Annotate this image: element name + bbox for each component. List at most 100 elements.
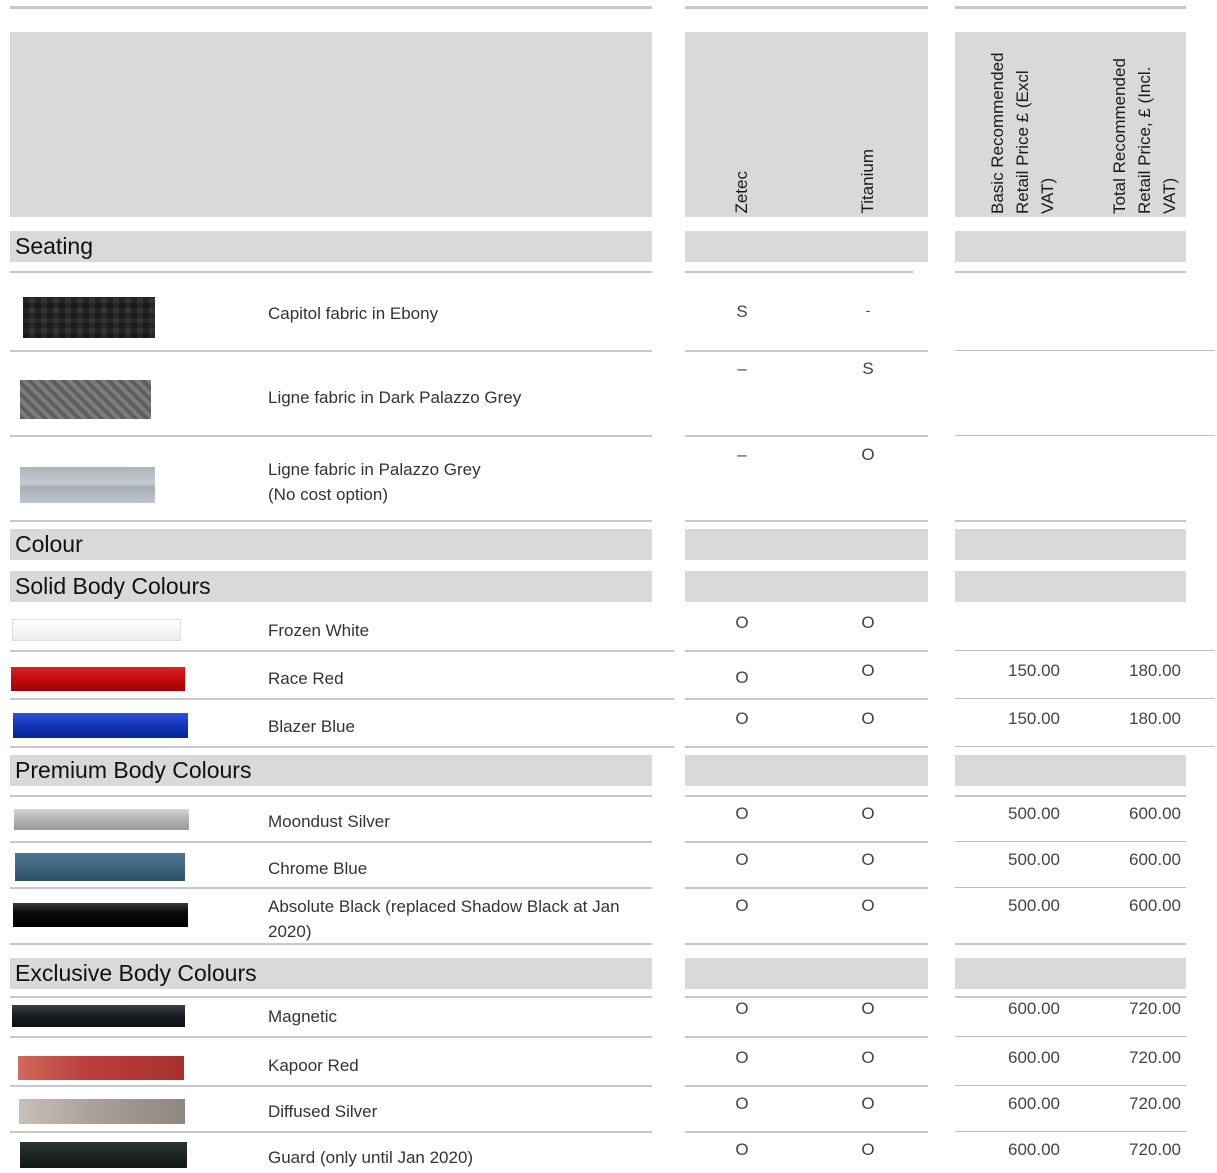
header-total-price: Total Recommended Retail Price, £ (Incl.… [1110,58,1179,214]
colour-zetec: O [735,668,749,687]
price-basic: 600.00 [1008,999,1060,1018]
row-divider [685,271,913,273]
header-block-prices: Basic Recommended Retail Price £ (Excl V… [955,32,1186,217]
colour-zetec: O [735,804,749,823]
swatch-frozen-white [12,619,181,641]
seating-zetec: – [737,445,747,464]
section-bar [10,529,652,560]
price-basic: 600.00 [1008,1140,1060,1159]
row-divider [10,795,652,797]
colour-desc: Magnetic [268,1007,337,1026]
row-divider [955,887,1186,888]
swatch-ligne-palazzo [20,467,155,503]
row-divider [10,943,652,945]
row-divider [685,698,928,700]
price-total: 600.00 [1129,850,1181,869]
section-bar [685,958,928,989]
row-divider [10,1085,652,1087]
row-divider [10,350,652,352]
row-divider [685,1131,928,1133]
section-bar [685,755,928,786]
row-divider [685,887,928,889]
price-total: 600.00 [1129,804,1181,823]
price-total: 180.00 [1129,661,1181,680]
colour-desc: Kapoor Red [268,1056,359,1075]
swatch-kapoor-red [18,1056,184,1080]
colour-desc: Diffused Silver [268,1102,378,1121]
colour-zetec: O [735,1140,749,1159]
colour-zetec: O [735,999,749,1018]
seating-desc: Ligne fabric in Dark Palazzo Grey [268,388,522,407]
swatch-ligne-dark-palazzo [20,380,151,419]
row-divider [685,650,928,652]
seating-titanium: - [865,302,871,318]
row-divider [10,698,674,700]
swatch-chrome-blue [15,853,185,881]
section-bar [10,231,652,262]
row-divider [685,746,928,748]
row-divider [955,943,1186,945]
row-divider [10,520,652,522]
row-divider [685,841,928,843]
colour-zetec: O [735,896,749,915]
colour-desc: Frozen White [268,621,370,640]
section-bar [955,231,1186,262]
row-divider [685,1085,928,1087]
row-divider [955,650,1215,651]
row-divider [10,996,652,998]
price-basic: 600.00 [1008,1094,1060,1113]
seating-desc: Capitol fabric in Ebony [268,304,439,323]
row-divider [955,698,1215,699]
price-basic: 500.00 [1008,896,1060,915]
section-bar [955,958,1186,989]
row-divider [685,435,928,437]
colour-titanium: O [861,709,875,728]
section-title-solid: Solid Body Colours [15,573,211,599]
row-divider [955,271,1186,273]
row-divider [10,1131,652,1133]
row-divider [955,520,1186,522]
swatch-absolute-black [13,903,188,927]
price-basic: 500.00 [1008,804,1060,823]
section-title-seating: Seating [15,233,94,259]
row-divider [10,746,674,748]
colour-titanium: O [861,1094,875,1113]
row-divider [955,1131,1186,1132]
colour-titanium: O [861,896,875,915]
row-divider [955,841,1186,842]
row-divider [685,996,928,998]
colour-desc: Race Red [268,669,344,688]
colour-desc: Absolute Black (replaced Shadow Black at… [268,897,620,941]
row-divider [685,795,928,797]
price-total: 720.00 [1129,1094,1181,1113]
colour-desc: Chrome Blue [268,859,368,878]
section-title-premium: Premium Body Colours [15,757,252,783]
header-titanium: Titanium [858,149,877,214]
header-zetec: Zetec [732,171,751,214]
colour-zetec: O [735,709,749,728]
row-divider [685,350,928,352]
price-basic: 500.00 [1008,850,1060,869]
row-divider [955,435,1215,436]
swatch-magnetic [12,1005,185,1027]
header-block-trims: Zetec Titanium [685,32,928,217]
section-title-exclusive: Exclusive Body Colours [15,960,257,986]
price-total: 600.00 [1129,896,1181,915]
section-title-colour: Colour [15,531,83,557]
colour-titanium: O [861,661,875,680]
seating-titanium: S [862,359,874,378]
swatch-race-red [11,667,185,691]
seating-titanium: O [861,445,875,464]
seating-desc: Ligne fabric in Palazzo Grey [268,460,481,479]
section-bar [685,529,928,560]
row-divider [10,841,652,843]
price-total: 720.00 [1129,1048,1181,1067]
seating-zetec: S [736,302,748,321]
row-divider [685,1036,928,1038]
swatch-capitol-ebony [23,297,155,338]
colour-zetec: O [735,613,749,632]
header-block-description [10,32,652,217]
colour-zetec: O [735,850,749,869]
row-divider [955,746,1215,747]
price-total: 720.00 [1129,999,1181,1018]
